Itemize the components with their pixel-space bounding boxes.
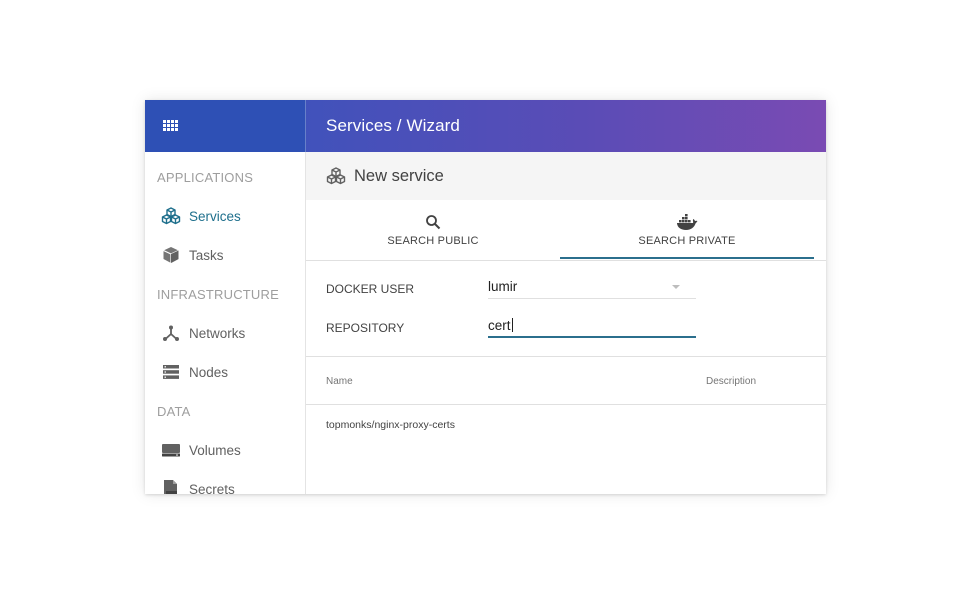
docker-user-label: DOCKER USER <box>326 282 415 296</box>
apps-grid-icon[interactable] <box>163 120 178 132</box>
search-icon <box>425 213 441 231</box>
docker-user-value: lumir <box>488 279 518 294</box>
search-tabs: SEARCH PUBLIC SEARCH PRIVATE <box>306 200 826 261</box>
server-list-icon <box>161 362 181 382</box>
sidebar-item-label: Tasks <box>189 247 224 263</box>
sidebar-item-label: Nodes <box>189 364 229 380</box>
result-name: topmonks/nginx-proxy-certs <box>326 419 455 431</box>
page-breadcrumb-title: Services / Wizard <box>326 116 460 135</box>
main-panel: New service SEARCH PUBLIC SEARCH PRIVATE… <box>306 152 826 494</box>
drive-icon <box>161 440 181 460</box>
app-window: Services / Wizard APPLICATIONS Services <box>145 100 826 494</box>
column-header-description: Description <box>706 376 757 387</box>
sidebar-item-secrets[interactable]: Secrets <box>161 478 235 494</box>
sidebar-heading-data: DATA <box>157 404 191 419</box>
sidebar-item-nodes[interactable]: Nodes <box>161 361 228 383</box>
menu-button[interactable] <box>145 100 306 152</box>
sidebar-item-label: Volumes <box>189 442 241 458</box>
sidebar-item-volumes[interactable]: Volumes <box>161 439 241 461</box>
sidebar-item-tasks[interactable]: Tasks <box>161 244 224 266</box>
sidebar-heading-infrastructure: INFRASTRUCTURE <box>157 287 279 302</box>
search-form: DOCKER USER lumir REPOSITORY cert <box>306 261 826 357</box>
active-tab-indicator <box>560 257 814 259</box>
tab-search-private[interactable]: SEARCH PRIVATE <box>560 200 814 260</box>
breadcrumb: Services / Wizard <box>306 100 826 152</box>
table-row[interactable]: topmonks/nginx-proxy-certs <box>306 405 826 445</box>
repository-value: cert <box>488 317 511 333</box>
sidebar-item-networks[interactable]: Networks <box>161 322 245 344</box>
sidebar-heading-applications: APPLICATIONS <box>157 170 254 185</box>
sidebar-item-label: Networks <box>189 325 246 341</box>
sidebar-item-services[interactable]: Services <box>161 205 241 227</box>
top-bar: Services / Wizard <box>145 100 826 152</box>
page-title: New service <box>354 166 444 185</box>
tab-label: SEARCH PUBLIC <box>387 235 479 247</box>
tab-label: SEARCH PRIVATE <box>638 235 736 247</box>
repository-label: REPOSITORY <box>326 321 405 335</box>
chevron-down-icon[interactable] <box>672 285 680 289</box>
page-header: New service <box>306 152 826 200</box>
key-file-icon <box>161 479 181 494</box>
sidebar-item-label: Secrets <box>189 481 235 495</box>
cubes-icon <box>326 166 346 186</box>
text-cursor <box>511 318 513 332</box>
sidebar: APPLICATIONS Services Tasks INFRASTRUCTU… <box>145 152 306 494</box>
cubes-icon <box>161 206 181 226</box>
box-icon <box>161 245 181 265</box>
tab-search-public[interactable]: SEARCH PUBLIC <box>306 200 560 260</box>
docker-user-select[interactable]: lumir <box>488 275 696 299</box>
results-table-header: Name Description <box>306 357 826 405</box>
network-icon <box>161 323 181 343</box>
sidebar-item-label: Services <box>189 208 241 224</box>
docker-whale-icon <box>676 213 698 231</box>
column-header-name: Name <box>326 376 353 387</box>
repository-input[interactable]: cert <box>488 314 696 338</box>
